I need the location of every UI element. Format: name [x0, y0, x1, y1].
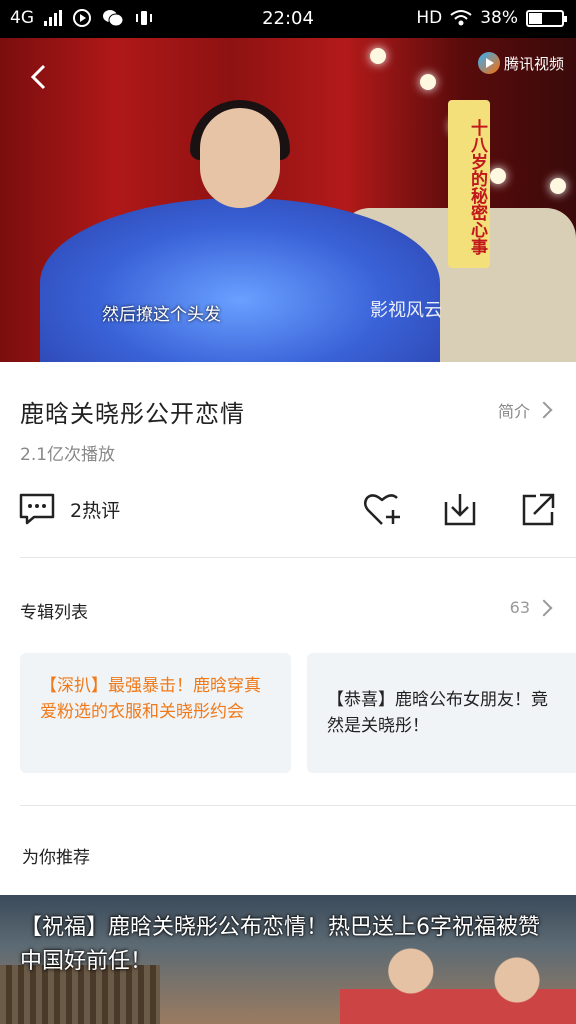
- tencent-logo-icon: [477, 52, 500, 74]
- chevron-left-icon: [30, 64, 46, 90]
- chevron-right-icon: [535, 599, 553, 616]
- video-watermark: 影视风云: [370, 300, 442, 321]
- section-divider: [20, 557, 576, 558]
- battery-fill: [529, 12, 542, 24]
- comment-icon: [19, 493, 55, 525]
- favorite-add-icon[interactable]: [362, 490, 402, 530]
- album-item-label: 【深扒】最强暴击！鹿晗穿真爱粉选的衣服和关晓彤约会: [40, 676, 261, 722]
- video-player[interactable]: 腾讯视频 十八岁的秘密心事 然后撩这个头发 影视风云: [0, 38, 576, 362]
- video-title: 鹿晗关晓彤公开恋情: [20, 400, 245, 428]
- status-right: HD 38%: [416, 8, 567, 28]
- battery-percent: 38%: [480, 8, 518, 28]
- album-item-label: 【恭喜】鹿晗公布女朋友！竟然是关晓彤！: [327, 690, 548, 736]
- chevron-right-icon: [535, 401, 553, 419]
- download-icon[interactable]: [440, 490, 480, 530]
- section-divider: [20, 805, 576, 806]
- album-item[interactable]: 【恭喜】鹿晗公布女朋友！竟然是关晓彤！: [307, 653, 576, 773]
- album-list-heading: 专辑列表: [20, 603, 88, 623]
- recommend-heading: 为你推荐: [22, 848, 90, 868]
- intro-label: 简介: [497, 402, 530, 421]
- play-count: 2.1亿次播放: [20, 445, 116, 465]
- video-subtitle: 然后撩这个头发: [102, 305, 221, 325]
- action-bar: 2热评: [0, 488, 576, 536]
- album-count-button[interactable]: 63: [509, 598, 553, 617]
- logo-text: 腾讯视频: [503, 54, 564, 73]
- share-icon[interactable]: [518, 490, 558, 530]
- status-bar: 4G 22:04 HD 38%: [0, 0, 576, 38]
- recommend-video-card[interactable]: 【祝福】鹿晗关晓彤公布恋情！热巴送上6字祝福被赞中国好前任！: [0, 895, 576, 1024]
- video-person: [200, 108, 280, 208]
- album-item-active[interactable]: 【深扒】最强暴击！鹿晗穿真爱粉选的衣服和关晓彤约会: [20, 653, 291, 773]
- hd-label: HD: [416, 8, 443, 28]
- comment-count: 2热评: [70, 499, 121, 522]
- tencent-video-logo: 腾讯视频: [477, 52, 564, 74]
- album-count: 63: [509, 598, 530, 617]
- wifi-icon: [450, 10, 472, 26]
- intro-button[interactable]: 简介: [497, 398, 553, 422]
- program-tag: 十八岁的秘密心事: [448, 100, 490, 268]
- video-dress: [40, 198, 440, 362]
- comment-button[interactable]: 2热评: [18, 492, 120, 526]
- battery-icon: [526, 9, 567, 27]
- back-button[interactable]: [28, 64, 50, 90]
- recommend-video-title: 【祝福】鹿晗关晓彤公布恋情！热巴送上6字祝福被赞中国好前任！: [20, 915, 540, 974]
